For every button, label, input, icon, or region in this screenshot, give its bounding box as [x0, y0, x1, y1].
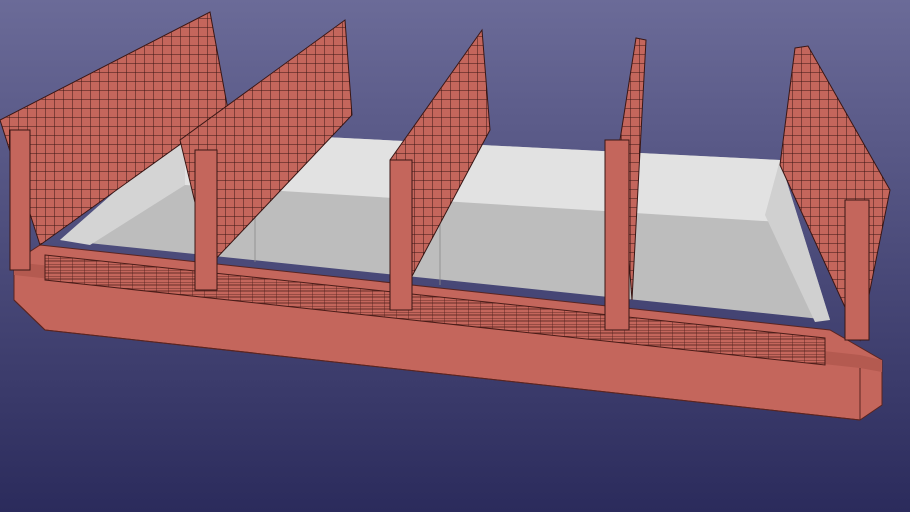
- barge-3d-viewport[interactable]: [0, 0, 910, 512]
